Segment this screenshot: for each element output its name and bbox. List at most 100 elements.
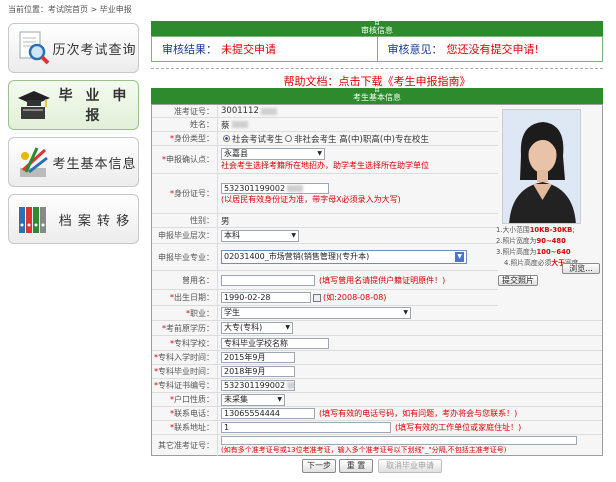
nav-archive-transfer[interactable]: 档 案 转 移 <box>8 194 139 244</box>
major-select[interactable]: 02031400_市场营销(销售管理)(专升本) ▼ <box>221 250 467 264</box>
review-opinion: 审核意见： 您还没有提交申请! <box>378 37 603 61</box>
row-phone: * 联系电话： 13065554444 (填写有效的电话号码，如有问题，考办将会与您… <box>152 407 602 421</box>
review-opinion-value: 您还没有提交申请! <box>446 43 539 56</box>
pre-edu-label: 考前原学历： <box>166 323 214 333</box>
form-header-title: 考生基本信息 <box>353 93 401 102</box>
birth-input[interactable]: 1990-02-28 <box>221 292 311 303</box>
review-result-value: 未提交申请 <box>221 43 276 56</box>
next-button[interactable]: 下一步 <box>302 459 336 473</box>
grad-date-label: 专科毕业时间： <box>158 367 214 376</box>
graduation-cap-icon <box>17 87 51 123</box>
other-no-input[interactable] <box>221 436 577 445</box>
chevron-down-icon: ▼ <box>455 252 464 262</box>
nav-label: 考生基本信息 <box>52 156 137 172</box>
name-label: 姓名： <box>152 118 218 131</box>
cert-no-label: 专科证书编号： <box>158 381 214 390</box>
row-pre-edu: * 考前原学历： 大专(专科) ▼ <box>152 321 602 336</box>
row-address: * 联系地址： 1 (填写有效的工作单位或家庭住址！) <box>152 421 602 435</box>
breadcrumb-separator: > <box>88 5 100 14</box>
former-name-input[interactable] <box>221 274 315 286</box>
hukou-select[interactable]: 未采集 ▼ <box>221 393 285 406</box>
level-select[interactable]: 本科 ▼ <box>221 229 299 242</box>
nav-label: 历次考试查询 <box>52 42 137 58</box>
enroll-date-label: 专科入学时间： <box>158 353 214 362</box>
address-input[interactable]: 1 <box>221 422 391 433</box>
row-college: * 专科学校： 专科毕业学校名称 <box>152 336 602 351</box>
cancel-application-button[interactable]: 取消毕业申请 <box>378 459 442 473</box>
nav-label: 档 案 转 移 <box>58 213 131 229</box>
id-card-input[interactable]: 532301199002 <box>221 182 329 194</box>
review-header-title: 审核信息 <box>361 26 393 35</box>
birth-note: (如:2008-08-08) <box>323 293 387 302</box>
enroll-date-input[interactable]: 2015年9月 <box>221 352 295 363</box>
calendar-icon[interactable] <box>313 293 321 302</box>
row-other-no: 其它准考证号： (如有多个准考证号或13位老准考证，输入多个准考证号以下划线"_… <box>152 435 602 456</box>
breadcrumb-home-link[interactable]: 考试院首页 <box>48 5 88 14</box>
nav-basic-info[interactable]: 考生基本信息 <box>8 137 139 187</box>
name-value: 蔡 <box>221 120 230 131</box>
row-location: * 申报确认点： 永嘉县 ▼ 社会考生选择考籍所在地招办，助学考生选择所在助学单位 <box>152 146 498 174</box>
pre-edu-select[interactable]: 大专(专科) ▼ <box>221 322 293 334</box>
gender-value: 男 <box>221 216 230 227</box>
location-label: 申报确认点： <box>166 155 214 164</box>
job-select[interactable]: 学生 ▼ <box>221 307 411 319</box>
row-birth: * 出生日期： 1990-02-28 (如:2008-08-08) <box>152 290 498 306</box>
nav-label: 毕 业 申 报 <box>58 88 131 124</box>
chevron-down-icon: ▼ <box>317 150 322 157</box>
location-note: 社会考生选择考籍所在地招办，助学考生选择所在助学单位 <box>221 161 429 170</box>
upload-photo-button[interactable]: 提交照片 <box>498 275 538 286</box>
review-header: ⊟ 审核信息 <box>151 21 603 36</box>
location-select[interactable]: 永嘉县 ▼ <box>221 148 325 160</box>
breadcrumb-current: 毕业申报 <box>99 5 132 14</box>
chevron-down-icon: ▼ <box>277 395 282 403</box>
phone-note: (填写有效的电话号码，如有问题，考办将会与您联系！) <box>319 409 518 418</box>
nav-exam-history[interactable]: 历次考试查询 <box>8 23 139 73</box>
row-name: 姓名： 蔡 <box>152 118 498 132</box>
identity-radio-nonsocial[interactable] <box>285 135 293 142</box>
row-grad-date: * 专科毕业时间： 2018年9月 <box>152 365 602 379</box>
browse-button[interactable]: 浏览... <box>562 263 600 274</box>
identity-option-nonsocial: 非社会考生 高(中)职高(中)专在校生 <box>294 134 429 145</box>
reset-button[interactable]: 重 置 <box>339 459 373 473</box>
row-former-name: 曾用名： (填写曾用名请提供户籍证明原件！) <box>152 271 498 290</box>
nav-graduation-apply[interactable]: 毕 业 申 报 <box>8 80 139 130</box>
other-no-note: (如有多个准考证号或13位老准考证，输入多个准考证号以下划线"_"分隔,不包括主… <box>221 446 507 454</box>
former-name-note: (填写曾用名请提供户籍证明原件！) <box>319 275 446 285</box>
row-cert-no: * 专科证书编号： 532301199002 <box>152 379 602 393</box>
row-major: 申报毕业专业： 02031400_市场营销(销售管理)(专升本) ▼ <box>152 244 498 271</box>
cert-no-input[interactable]: 532301199002 <box>221 380 295 391</box>
applicant-photo <box>502 109 581 224</box>
row-job: * 职业： 学生 ▼ <box>152 306 602 321</box>
chevron-down-icon: ▼ <box>291 231 296 239</box>
address-note: (填写有效的工作单位或家庭住址！) <box>395 423 522 432</box>
breadcrumb-prefix: 当前位置： <box>8 5 48 14</box>
exam-no-label: 准考证号： <box>152 105 218 117</box>
review-result-box: 审核结果： 未提交申请 审核意见： 您还没有提交申请! <box>151 36 603 62</box>
review-result-label: 审核结果： <box>162 43 217 56</box>
chevron-down-icon: ▼ <box>403 309 408 316</box>
major-label: 申报毕业专业： <box>152 244 218 270</box>
gender-label: 性别： <box>152 214 218 227</box>
hukou-label: 户口性质： <box>174 395 214 404</box>
birth-label: 出生日期： <box>174 293 214 302</box>
phone-input[interactable]: 13065554444 <box>221 408 315 419</box>
row-enroll-date: * 专科入学时间： 2015年9月 <box>152 351 602 365</box>
row-gender: 性别： 男 <box>152 214 498 228</box>
identity-radio-social[interactable] <box>223 135 230 142</box>
binders-icon <box>17 201 51 237</box>
address-label: 联系地址： <box>174 423 214 432</box>
chevron-down-icon: ▼ <box>285 324 290 331</box>
college-input[interactable]: 专科毕业学校名称 <box>221 337 329 349</box>
id-card-label: 身份证号： <box>174 189 214 198</box>
review-result: 审核结果： 未提交申请 <box>152 37 378 61</box>
row-identity: * 身份类型： 社会考试考生 非社会考生 高(中)职高(中)专在校生 <box>152 132 498 146</box>
former-name-label: 曾用名： <box>152 271 218 289</box>
row-level: 申报毕业层次： 本科 ▼ <box>152 228 498 244</box>
row-exam-no: 准考证号： 3001112 <box>152 105 498 118</box>
grad-date-input[interactable]: 2018年9月 <box>221 366 295 377</box>
phone-label: 联系电话： <box>174 409 214 418</box>
form-header: ⊟ 考生基本信息 <box>151 88 603 104</box>
document-search-icon <box>17 30 51 66</box>
basic-info-form: 准考证号： 3001112 姓名： 蔡 * 身份类型： 社会考试考生 非社会考生 高… <box>151 104 603 456</box>
job-label: 职业： <box>190 308 214 318</box>
